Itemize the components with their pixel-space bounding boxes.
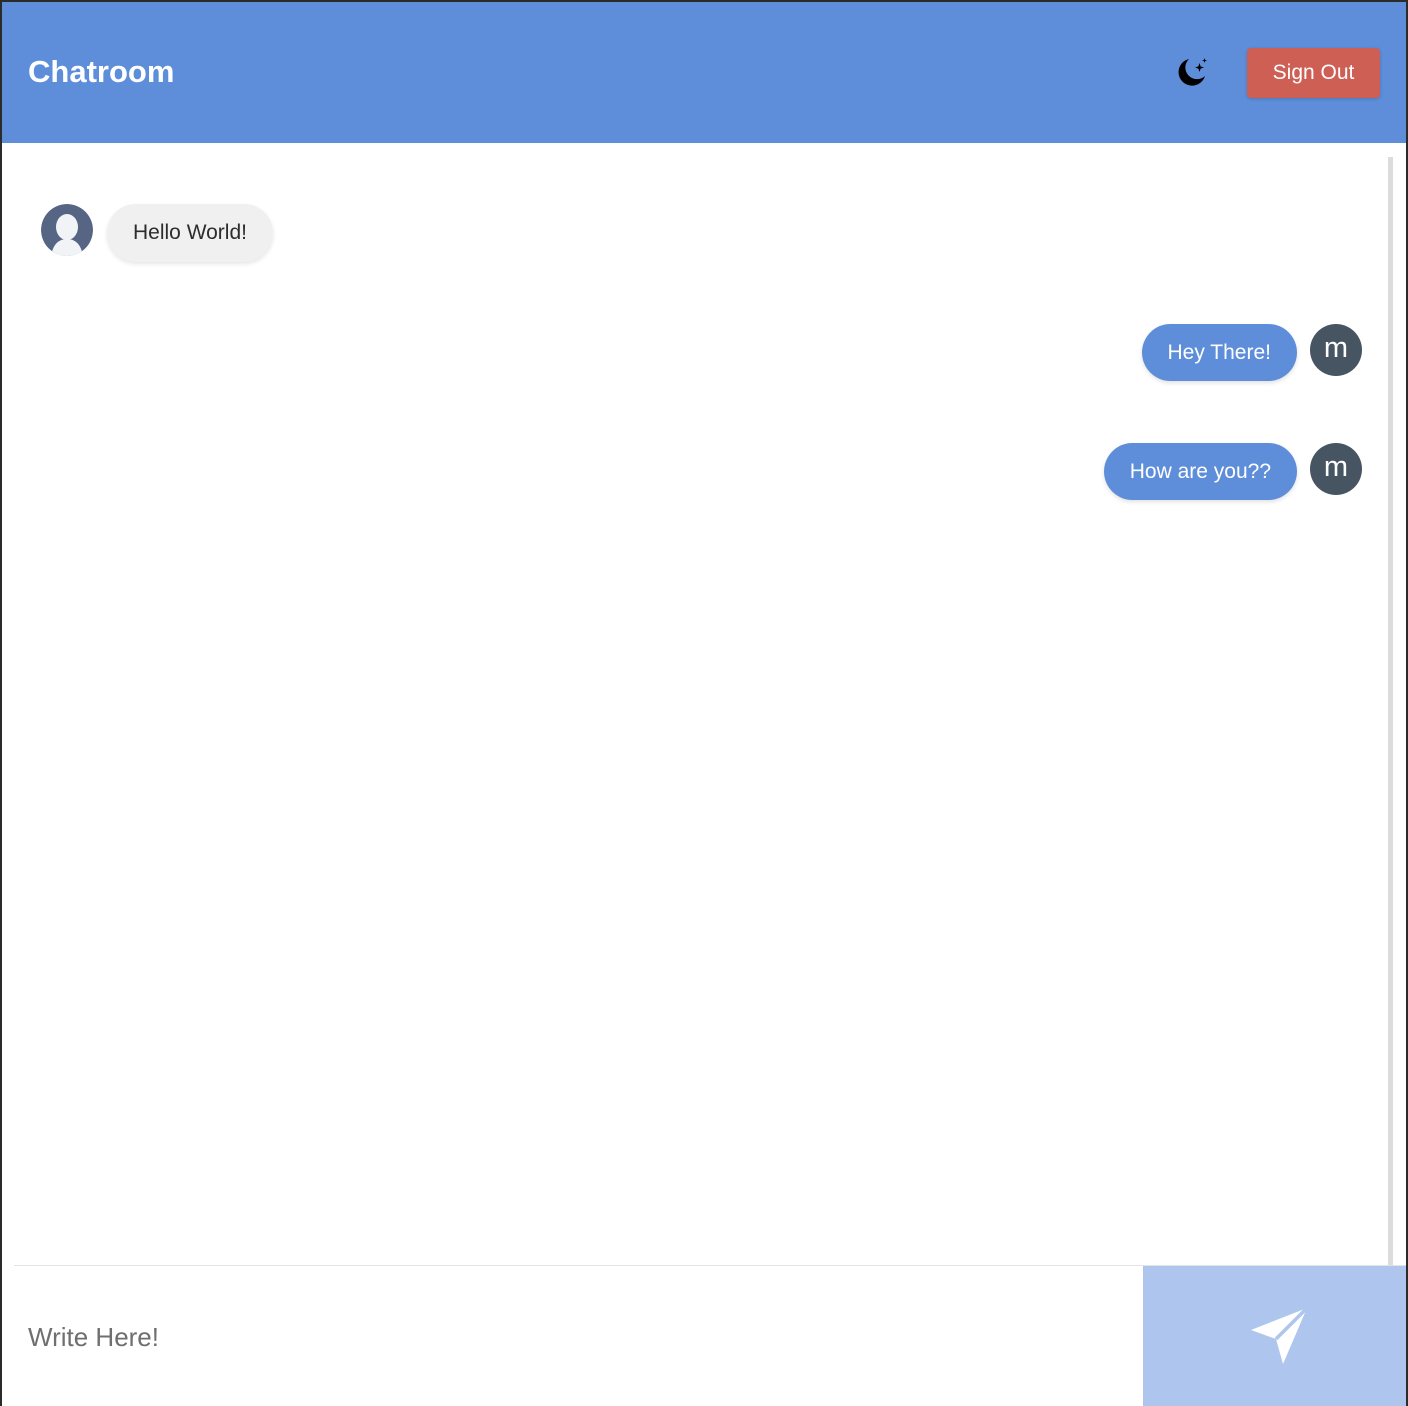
message-bubble-received: Hello World! <box>107 204 273 262</box>
message-bubble-sent: Hey There! <box>1141 324 1297 381</box>
paper-plane-icon <box>1251 1306 1309 1364</box>
moon-stars-icon[interactable] <box>1174 54 1210 90</box>
message-bubble-sent: How are you?? <box>1103 443 1297 500</box>
message-input[interactable] <box>14 1267 1142 1406</box>
user-avatar: m <box>1310 443 1362 495</box>
app-header: Chatroom Sign Out <box>2 2 1406 143</box>
send-button[interactable] <box>1143 1266 1406 1406</box>
sign-out-button[interactable]: Sign Out <box>1247 48 1380 98</box>
user-avatar: m <box>1310 324 1362 376</box>
scrollbar[interactable] <box>1388 157 1393 1267</box>
chatroom-app: Chatroom Sign Out Hello World! Hey There… <box>0 0 1408 1406</box>
message-list[interactable]: Hello World! Hey There! m How are you?? … <box>2 143 1388 1265</box>
message-composer <box>14 1265 1406 1406</box>
default-user-icon <box>41 204 93 256</box>
app-title: Chatroom <box>28 54 175 89</box>
